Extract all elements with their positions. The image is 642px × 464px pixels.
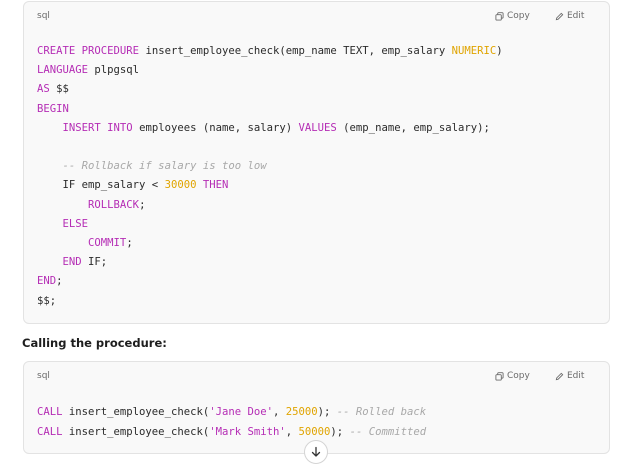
code-keyword: CREATE PROCEDURE — [37, 45, 140, 57]
code-line: IF emp_salary < 30000 THEN — [37, 179, 229, 192]
code-text: $$; — [37, 294, 57, 307]
code-text: plpgsql — [88, 64, 140, 77]
code-keyword: CALL — [37, 426, 63, 438]
edit-label: Edit — [567, 371, 585, 381]
code-block-create-procedure: sql Copy Edit CREATE PROCEDURE insert_em… — [23, 1, 610, 324]
code-keyword: COMMIT — [88, 237, 127, 250]
code-line: END IF; — [37, 256, 108, 269]
code-keyword: LANGUAGE — [37, 64, 89, 77]
code-keyword: INSERT INTO — [62, 121, 133, 134]
copy-icon — [495, 11, 504, 21]
code-text: ; — [56, 275, 63, 288]
code-line: $$; — [37, 295, 56, 307]
code-number: 30000 — [164, 179, 197, 192]
code-text: insert_employee_check( — [62, 426, 210, 438]
copy-icon — [495, 371, 504, 381]
code-string: 'Jane Doe' — [209, 406, 273, 418]
edit-icon — [555, 12, 564, 20]
code-text: IF; — [81, 256, 108, 269]
code-keyword: AS — [37, 83, 50, 96]
code-line: ELSE — [37, 217, 89, 230]
code-number: NUMERIC — [451, 45, 497, 57]
code-keyword: END — [62, 256, 82, 269]
code-text: ; — [139, 198, 146, 211]
code-line: CALL insert_employee_check('Mark Smith',… — [37, 426, 426, 438]
edit-label: Edit — [567, 11, 585, 21]
code-number: 25000 — [285, 406, 318, 418]
copy-label: Copy — [507, 11, 530, 21]
code-line: LANGUAGE plpgsql — [37, 64, 139, 76]
code-text: ) — [496, 45, 503, 57]
code-line: CREATE PROCEDURE insert_employee_check(e… — [37, 45, 503, 57]
code-line: CALL insert_employee_check('Jane Doe', 2… — [37, 406, 426, 418]
code-line: INSERT INTO employees (name, salary) VAL… — [37, 122, 490, 134]
code-keyword: THEN — [202, 179, 229, 192]
code-comment: -- Committed — [349, 426, 427, 438]
code-language-label: sql — [37, 11, 50, 21]
edit-icon — [555, 372, 564, 380]
code-text: insert_employee_check( — [62, 406, 210, 418]
code-content: CREATE PROCEDURE insert_employee_check(e… — [37, 42, 503, 311]
code-content: CALL insert_employee_check('Jane Doe', 2… — [37, 402, 426, 442]
code-text: employees (name, salary) — [132, 121, 299, 134]
code-line: AS $$ — [37, 83, 69, 95]
copy-label: Copy — [507, 371, 530, 381]
code-comment: -- Rolled back — [336, 406, 427, 418]
code-line: BEGIN — [37, 103, 69, 115]
code-text: , — [273, 406, 286, 418]
code-line: COMMIT; — [37, 237, 133, 249]
code-text: ); — [317, 406, 337, 418]
code-keyword: ELSE — [62, 217, 89, 230]
code-keyword: END — [37, 275, 57, 288]
code-line: -- Rollback if salary is too low — [37, 160, 267, 172]
code-text: $$ — [49, 83, 69, 96]
code-keyword: ROLLBACK — [88, 198, 140, 211]
arrow-down-icon — [311, 446, 321, 457]
edit-button[interactable]: Edit — [555, 11, 584, 21]
edit-button[interactable]: Edit — [555, 371, 584, 381]
code-keyword: CALL — [37, 406, 63, 418]
code-text: , — [285, 426, 299, 438]
code-text: ; — [126, 237, 133, 250]
code-text: IF emp_salary < — [37, 179, 165, 192]
code-text: ); — [330, 426, 350, 438]
code-keyword: BEGIN — [37, 102, 69, 115]
copy-button[interactable]: Copy — [495, 11, 530, 21]
code-language-label: sql — [37, 371, 50, 381]
code-text: insert_employee_check(emp_name TEXT, emp… — [139, 45, 452, 57]
code-line: ROLLBACK; — [37, 199, 145, 211]
code-text: (emp_name, emp_salary); — [336, 121, 490, 134]
scroll-down-button[interactable] — [304, 440, 328, 464]
code-comment: -- Rollback if salary is too low — [62, 160, 267, 173]
code-block-header: sql Copy Edit — [24, 362, 609, 392]
code-block-header: sql Copy Edit — [24, 2, 609, 32]
code-string: 'Mark Smith' — [209, 426, 286, 438]
code-line: END; — [37, 275, 63, 287]
copy-button[interactable]: Copy — [495, 371, 530, 381]
section-heading: Calling the procedure: — [22, 336, 167, 350]
code-keyword: VALUES — [298, 121, 337, 134]
code-number: 50000 — [298, 426, 331, 438]
